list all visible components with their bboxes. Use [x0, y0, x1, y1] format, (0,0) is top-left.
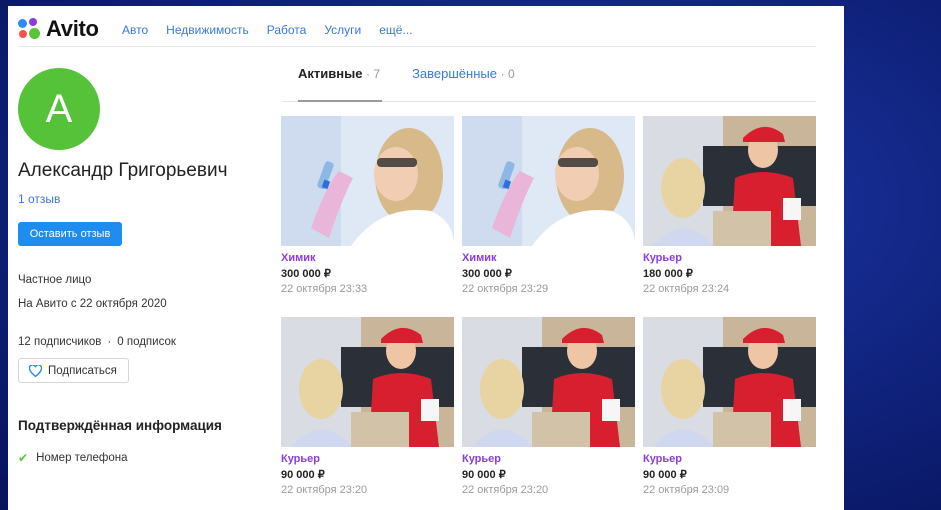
listing-price: 90 000 ₽ [643, 469, 687, 481]
listing-card[interactable]: Химик 300 000 ₽ 22 октября 23:29 [462, 116, 635, 295]
courier-photo[interactable] [643, 317, 816, 447]
listing-card[interactable]: Курьер 90 000 ₽ 22 октября 23:09 [643, 317, 816, 496]
user-name: Александр Григорьевич [18, 160, 228, 181]
avito-logo[interactable]: Avito [18, 16, 99, 42]
leave-review-button[interactable]: Оставить отзыв [18, 222, 122, 246]
verified-item-phone: ✔ Номер телефона [18, 451, 128, 465]
listing-date: 22 октября 23:24 [643, 283, 730, 295]
listing-date: 22 октября 23:20 [281, 484, 368, 496]
subscribe-label: Подписаться [48, 364, 117, 377]
reviews-link[interactable]: 1 отзыв [18, 192, 60, 206]
listing-date: 22 октября 23:20 [462, 484, 549, 496]
listing-title[interactable]: Курьер [643, 252, 816, 267]
nav-item-jobs[interactable]: Работа [267, 23, 307, 37]
listing-card[interactable]: Курьер 90 000 ₽ 22 октября 23:20 [281, 317, 454, 496]
tab-active-label: Активные [298, 66, 363, 81]
listing-title[interactable]: Химик [281, 252, 454, 267]
chemist-photo[interactable] [462, 116, 635, 246]
header-divider [18, 46, 816, 47]
listing-title[interactable]: Курьер [643, 453, 816, 468]
courier-photo[interactable] [643, 116, 816, 246]
listing-price: 300 000 ₽ [462, 268, 512, 280]
stats-separator: · [107, 336, 112, 348]
listing-card[interactable]: Химик 300 000 ₽ 22 октября 23:33 [281, 116, 454, 295]
check-icon: ✔ [18, 451, 29, 465]
listing-date: 22 октября 23:29 [462, 283, 549, 295]
listing-title[interactable]: Химик [462, 252, 635, 267]
subscriptions-count[interactable]: 0 подписок [117, 336, 176, 348]
tab-active[interactable]: Активные · 7 [298, 66, 380, 81]
listing-title[interactable]: Курьер [281, 453, 454, 468]
verified-item-label: Номер телефона [36, 452, 128, 464]
logo-dots-icon [18, 18, 40, 40]
seller-type: Частное лицо [18, 274, 92, 286]
nav-item-auto[interactable]: Авто [122, 23, 148, 37]
nav-item-services[interactable]: Услуги [324, 23, 361, 37]
listing-price: 300 000 ₽ [281, 268, 331, 280]
chemist-photo[interactable] [281, 116, 454, 246]
avatar: A [18, 68, 100, 150]
listing-date: 22 октября 23:09 [643, 484, 730, 496]
listing-date: 22 октября 23:33 [281, 283, 368, 295]
nav-item-realty[interactable]: Недвижимость [166, 23, 249, 37]
courier-photo[interactable] [462, 317, 635, 447]
listing-tabs: Активные · 7 Завершённые · 0 [298, 66, 515, 81]
subscribe-button[interactable]: Подписаться [18, 358, 129, 383]
avito-profile-page: Avito Авто Недвижимость Работа Услуги ещ… [8, 6, 844, 510]
tab-active-count: · 7 [366, 67, 381, 81]
tab-completed-label: Завершённые [412, 66, 497, 81]
listing-card[interactable]: Курьер 90 000 ₽ 22 октября 23:20 [462, 317, 635, 496]
courier-photo[interactable] [281, 317, 454, 447]
subscribers-count[interactable]: 12 подписчиков [18, 336, 101, 348]
active-tab-indicator [298, 100, 382, 102]
subscription-stats: 12 подписчиков · 0 подписок [18, 336, 176, 348]
member-since: На Авито с 22 октября 2020 [18, 298, 167, 310]
tab-completed-count: · 0 [500, 67, 515, 81]
tab-completed[interactable]: Завершённые · 0 [412, 66, 515, 81]
listing-card[interactable]: Курьер 180 000 ₽ 22 октября 23:24 [643, 116, 816, 295]
listing-price: 90 000 ₽ [462, 469, 506, 481]
listing-title[interactable]: Курьер [462, 453, 635, 468]
logo-text: Avito [46, 16, 99, 41]
listings-grid: Химик 300 000 ₽ 22 октября 23:33 Химик 3… [281, 116, 816, 496]
heart-icon [29, 364, 42, 377]
listing-price: 90 000 ₽ [281, 469, 325, 481]
nav-item-more[interactable]: ещё... [379, 23, 412, 37]
verified-info-title: Подтверждённая информация [18, 418, 222, 433]
top-nav: Авто Недвижимость Работа Услуги ещё... [122, 23, 412, 37]
listing-price: 180 000 ₽ [643, 268, 693, 280]
